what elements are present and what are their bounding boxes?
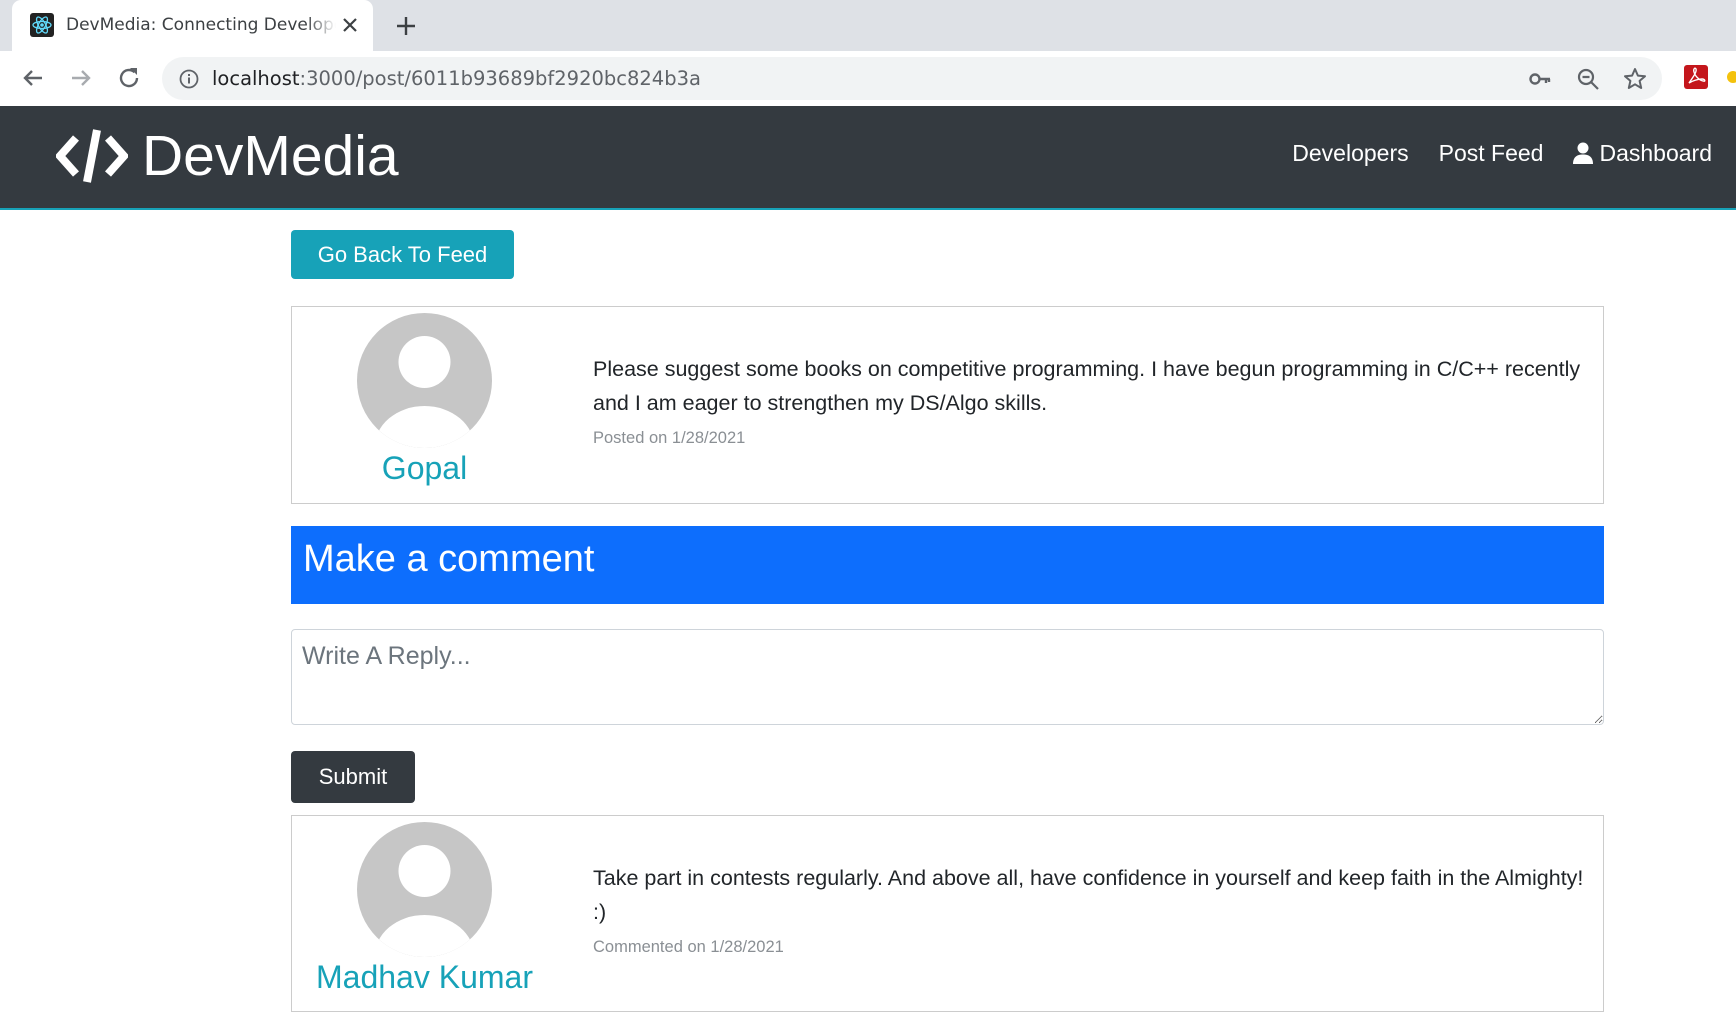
nav-developers[interactable]: Developers: [1292, 133, 1408, 173]
tab-title: DevMedia: Connecting Developers: [66, 13, 336, 37]
brand-name: DevMedia: [142, 124, 399, 188]
plus-icon[interactable]: [392, 12, 420, 40]
post-body: Please suggest some books on competitive…: [593, 352, 1593, 449]
browser-toolbar: localhost:3000/post/6011b93689bf2920bc82…: [0, 51, 1736, 106]
react-favicon-icon: [30, 13, 54, 37]
comment-form-heading: Make a comment: [291, 526, 1604, 604]
info-icon[interactable]: [178, 68, 200, 90]
code-logo-icon: [56, 129, 128, 183]
post-text: Please suggest some books on competitive…: [593, 357, 1581, 415]
close-icon[interactable]: [338, 13, 362, 37]
app-navbar: DevMedia Developers Post Feed Dashboard: [0, 106, 1736, 210]
comment-text: Take part in contests regularly. And abo…: [593, 866, 1584, 924]
url-host: localhost: [212, 67, 300, 90]
comment-author-col: Madhav Kumar: [292, 822, 557, 996]
back-arrow-icon[interactable]: [18, 63, 48, 93]
url-text: localhost:3000/post/6011b93689bf2920bc82…: [212, 67, 701, 91]
extension-indicator[interactable]: [1727, 71, 1736, 83]
nav-dashboard[interactable]: Dashboard: [1573, 133, 1712, 173]
browser-tab[interactable]: DevMedia: Connecting Developers: [12, 0, 373, 51]
comment-body: Take part in contests regularly. And abo…: [593, 861, 1593, 958]
star-icon[interactable]: [1622, 66, 1648, 92]
avatar-icon[interactable]: [357, 822, 492, 957]
user-icon: [1573, 142, 1594, 164]
post-author-name[interactable]: Gopal: [292, 449, 557, 487]
comment-author-name[interactable]: Madhav Kumar: [292, 958, 557, 996]
post-author-col: Gopal: [292, 313, 557, 487]
pdf-extension-icon[interactable]: [1683, 64, 1709, 90]
go-back-button[interactable]: Go Back To Feed: [291, 230, 514, 279]
reply-textarea[interactable]: [291, 629, 1604, 725]
avatar-icon[interactable]: [357, 313, 492, 448]
nav-dashboard-label: Dashboard: [1599, 140, 1712, 166]
post-date: Posted on 1/28/2021: [593, 429, 746, 447]
url-path: :3000/post/6011b93689bf2920bc824b3a: [299, 67, 701, 90]
post-card: Gopal Please suggest some books on compe…: [291, 306, 1604, 504]
comment-date: Commented on 1/28/2021: [593, 938, 784, 956]
zoom-icon[interactable]: [1575, 66, 1601, 92]
browser-tabstrip: DevMedia: Connecting Developers: [0, 0, 1736, 51]
address-bar[interactable]: localhost:3000/post/6011b93689bf2920bc82…: [162, 57, 1662, 100]
reload-icon[interactable]: [114, 63, 144, 93]
post-page: Go Back To Feed Gopal Please suggest som…: [291, 230, 1604, 1012]
nav-post-feed[interactable]: Post Feed: [1439, 133, 1544, 173]
key-icon[interactable]: [1527, 66, 1553, 92]
nav-links: Developers Post Feed Dashboard: [1262, 133, 1712, 173]
submit-button[interactable]: Submit: [291, 751, 415, 803]
comment-card: Madhav Kumar Take part in contests regul…: [291, 815, 1604, 1012]
brand-link[interactable]: DevMedia: [56, 120, 399, 192]
forward-arrow-icon[interactable]: [66, 63, 96, 93]
